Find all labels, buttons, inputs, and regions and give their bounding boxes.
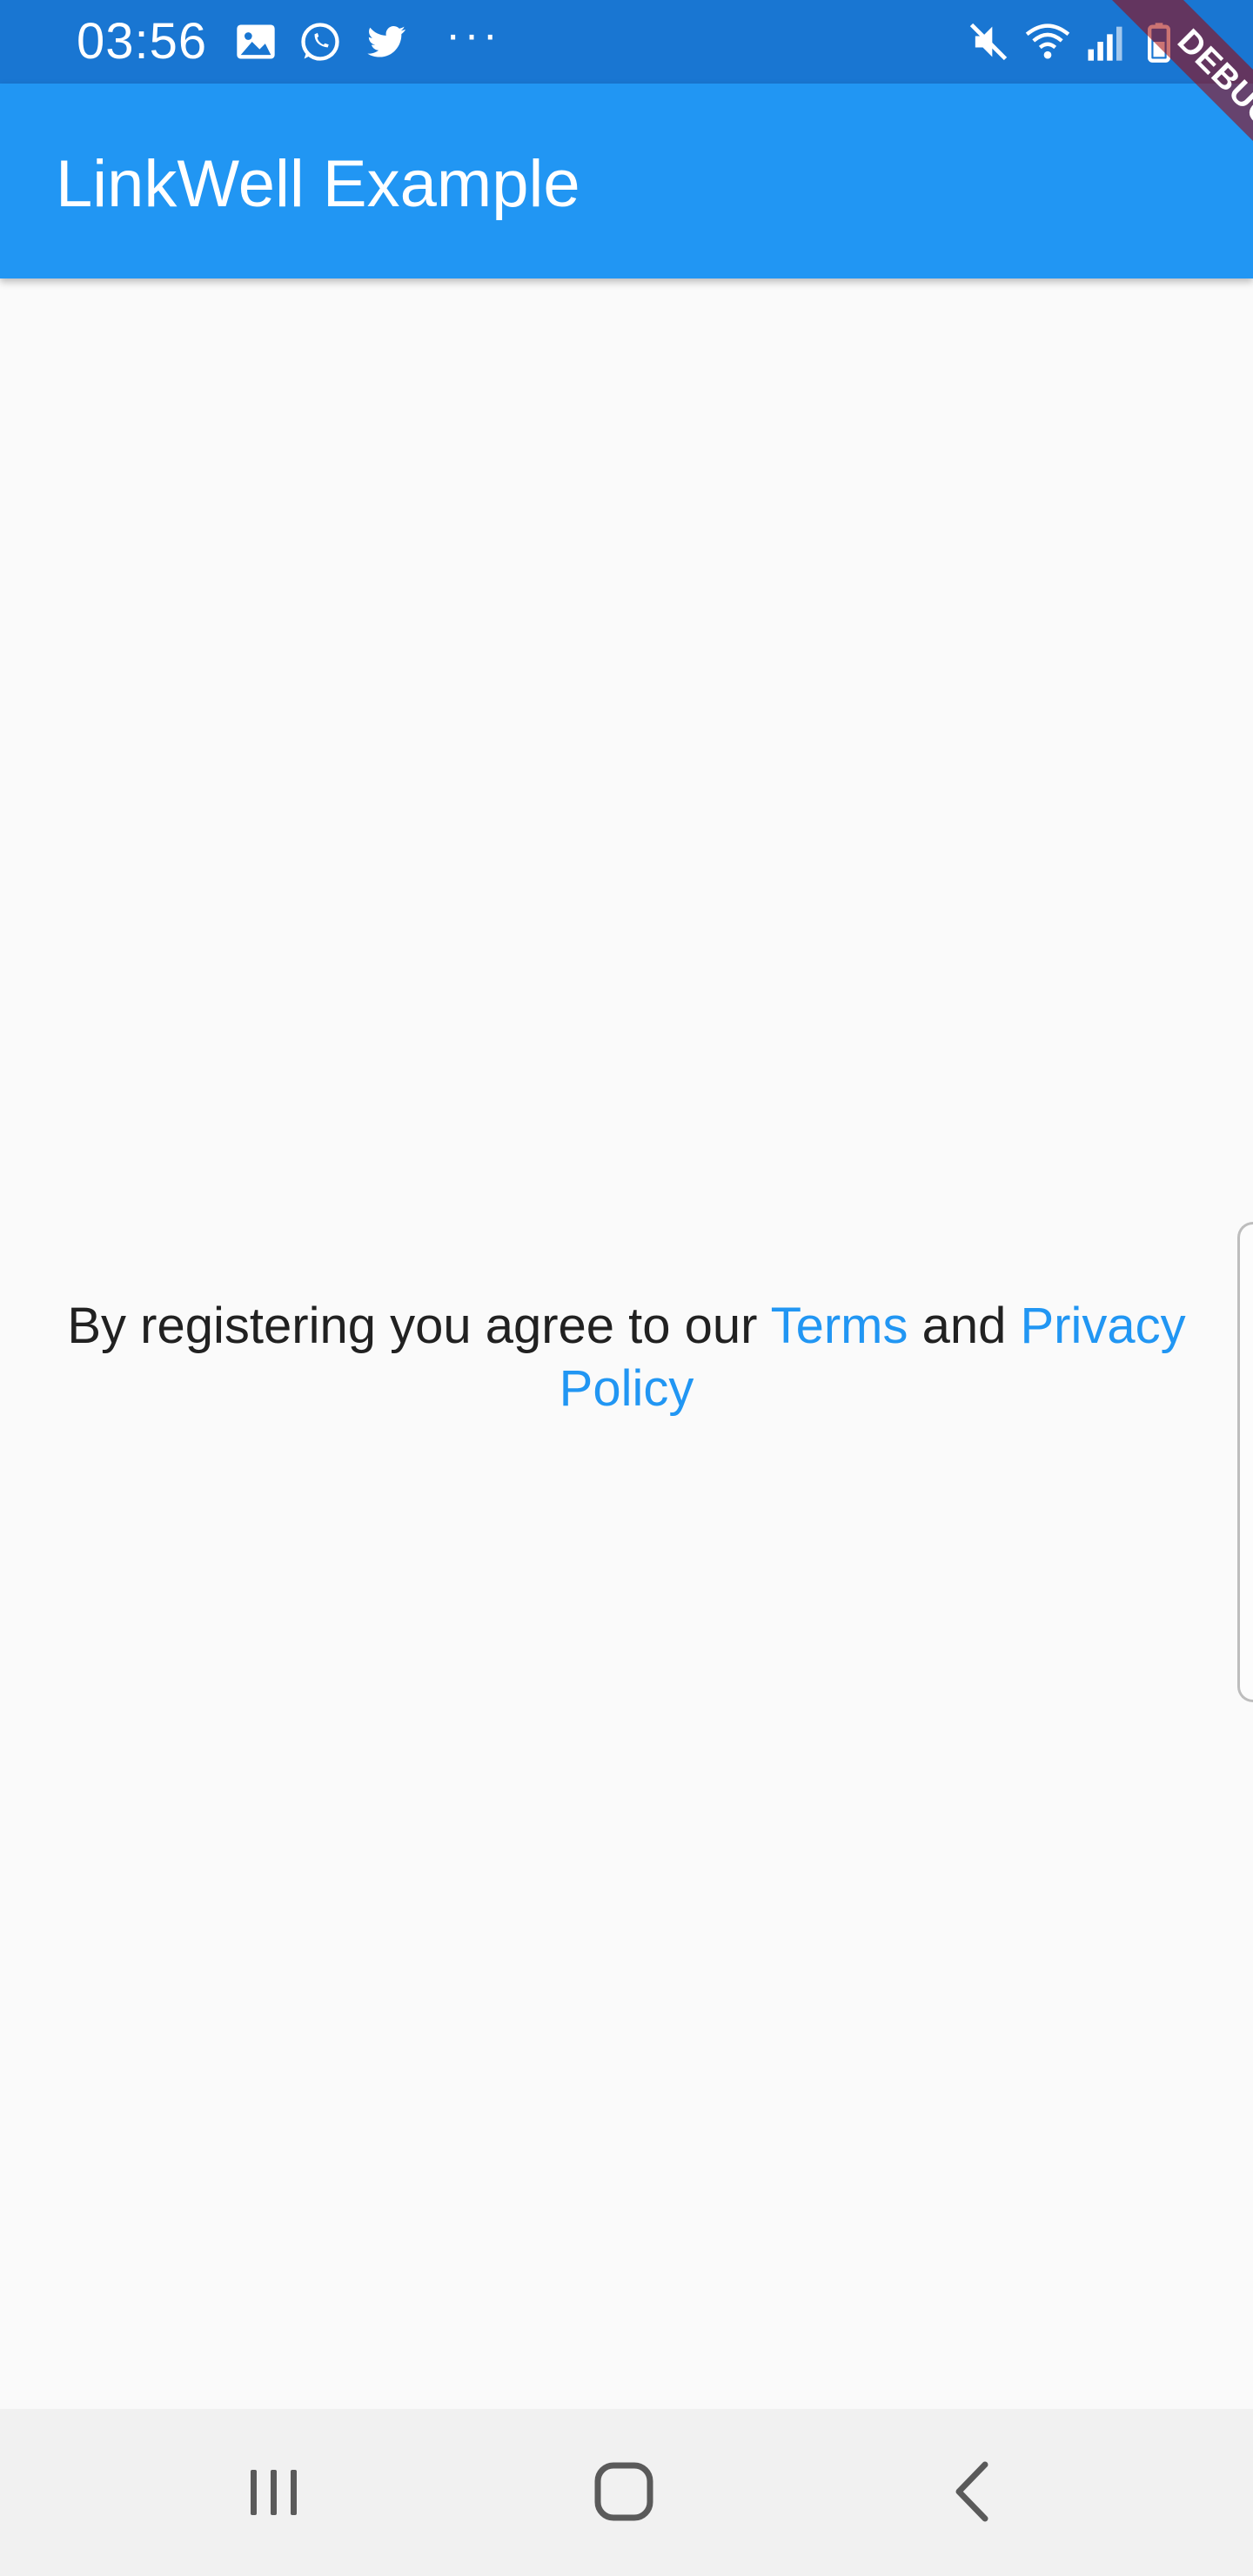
twitter-icon <box>364 19 409 64</box>
terms-link[interactable]: Terms <box>771 1298 908 1354</box>
mute-icon <box>966 19 1011 64</box>
terms-message: By registering you agree to our Terms an… <box>35 1295 1218 1420</box>
image-icon <box>233 19 278 64</box>
back-icon[interactable] <box>926 2444 1022 2539</box>
navigation-bar <box>0 2409 1253 2576</box>
message-text-middle: and <box>908 1298 1021 1354</box>
wifi-icon <box>1025 19 1070 64</box>
recents-icon[interactable] <box>226 2444 322 2539</box>
app-bar: LinkWell Example <box>0 84 1253 278</box>
signal-icon <box>1082 19 1128 64</box>
edge-panel-handle[interactable] <box>1237 1222 1253 1702</box>
app-title: LinkWell Example <box>56 147 580 221</box>
status-time: 03:56 <box>77 13 208 70</box>
whatsapp-icon <box>298 19 343 64</box>
message-text-before: By registering you agree to our <box>67 1298 771 1354</box>
home-icon[interactable] <box>576 2444 672 2539</box>
more-notifications-indicator: ··· <box>446 10 501 60</box>
battery-icon <box>1136 19 1182 64</box>
status-bar: 03:56 ··· <box>0 0 1253 84</box>
